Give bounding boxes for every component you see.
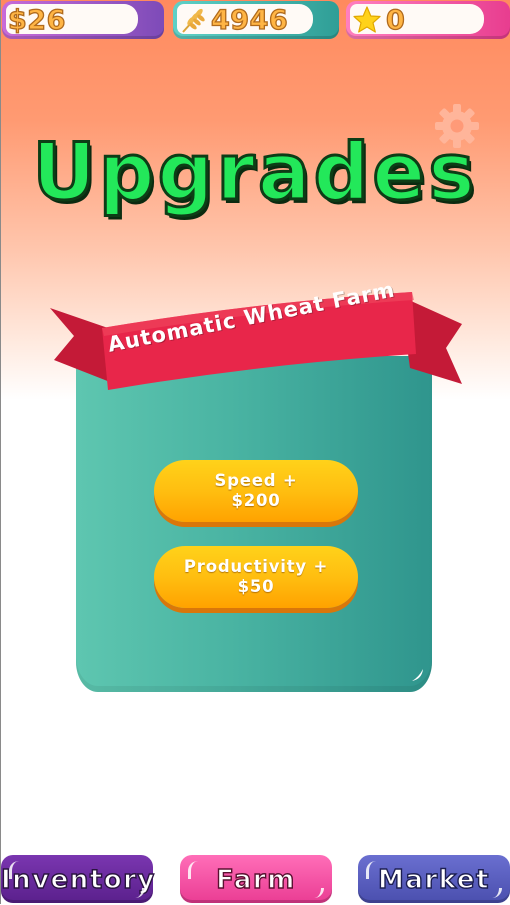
speed-upgrade-price: $200 xyxy=(231,491,281,510)
money-value: $26 xyxy=(7,4,66,36)
inventory-button[interactable]: Inventory xyxy=(0,855,155,903)
wheat-counter: 4946 xyxy=(173,1,339,39)
card-glint xyxy=(412,669,423,681)
page-title: Upgrades xyxy=(31,127,478,220)
money-counter: $26 xyxy=(2,1,164,39)
market-label: Market xyxy=(377,864,490,895)
farm-label: Farm xyxy=(215,864,296,895)
farm-button[interactable]: Farm xyxy=(180,855,332,903)
speed-upgrade-button[interactable]: Speed + $200 xyxy=(154,460,358,522)
productivity-upgrade-price: $50 xyxy=(237,577,275,596)
star-icon xyxy=(353,6,381,33)
stars-value: 0 xyxy=(385,4,406,36)
speed-upgrade-label: Speed + xyxy=(214,471,298,490)
market-button[interactable]: Market xyxy=(358,855,510,903)
wheat-value: 4946 xyxy=(210,4,289,36)
wheat-icon xyxy=(182,8,205,33)
productivity-upgrade-label: Productivity + xyxy=(183,557,329,576)
productivity-upgrade-button[interactable]: Productivity + $50 xyxy=(154,546,358,608)
star-counter: 0 xyxy=(346,1,510,39)
